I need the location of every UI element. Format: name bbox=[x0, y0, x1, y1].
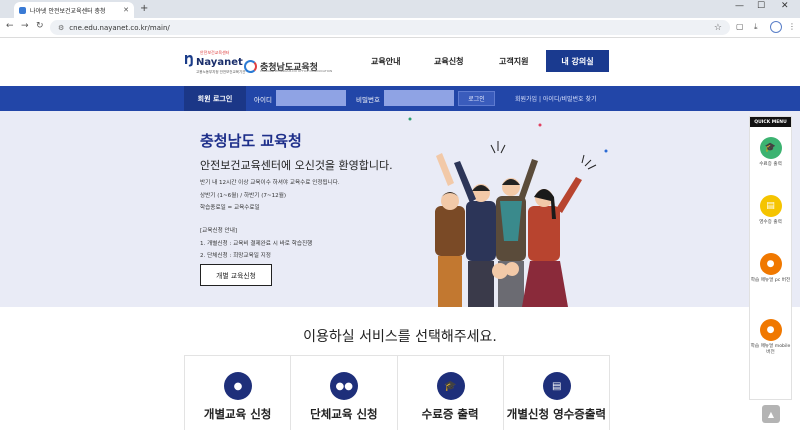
browser-menu-icon[interactable]: ⋮ bbox=[788, 22, 796, 31]
signup-find-links[interactable]: 회원가입 | 아이디/비밀번호 찾기 bbox=[515, 94, 597, 103]
service-card-group[interactable]: ●● 단체교육 신청 bbox=[291, 356, 398, 430]
hero-info-line: 반기 내 12시간 이상 교육이수 하셔야 교육수료 인정됩니다. bbox=[200, 180, 340, 186]
hero-info-line: 2. 단체신청 : 희망교육일 지정 bbox=[200, 253, 271, 259]
password-label: 비밀번호 bbox=[356, 96, 380, 104]
close-window-button[interactable]: ✕ bbox=[781, 1, 789, 11]
login-title: 회원 로그인 bbox=[184, 86, 246, 111]
quick-item-label: 학습 매뉴얼 pc 버전 bbox=[750, 278, 791, 283]
service-card-receipt[interactable]: ▤ 개별신청 영수증출력 bbox=[504, 356, 609, 430]
document-icon: ▤ bbox=[542, 372, 571, 400]
chat-icon: ● bbox=[759, 253, 782, 275]
logo-tagline: 안전보건교육센터 bbox=[200, 50, 230, 55]
extensions-icon[interactable]: ▢ bbox=[736, 22, 744, 31]
service-card-individual[interactable]: ● 개별교육 신청 bbox=[185, 356, 292, 430]
nav-education-apply[interactable]: 교육신청 bbox=[434, 56, 463, 67]
maximize-window-button[interactable]: ☐ bbox=[757, 1, 765, 11]
browser-tab-title: 나야넷 안전보건교육센터 충청 bbox=[30, 7, 106, 15]
reload-icon[interactable]: ↻ bbox=[36, 21, 44, 31]
logo-subtext: 고용노동부지정 안전보건교육기관 bbox=[196, 70, 246, 74]
service-card-label: 단체교육 신청 bbox=[310, 407, 378, 421]
scroll-to-top-button[interactable]: ▲ bbox=[762, 405, 780, 423]
quick-menu: QUICK MENU 🎓 수료증 출력 ▤ 영수증 출력 ● 학습 매뉴얼 pc… bbox=[749, 116, 792, 400]
logo-name: Nayanet bbox=[196, 57, 243, 68]
back-arrow-icon[interactable]: ← bbox=[6, 21, 14, 31]
hero-info-line: 상반기 (1~6월) / 하반기 (7~12월) bbox=[200, 193, 287, 199]
user-icon: ● bbox=[224, 372, 252, 400]
hero-title: 충청남도 교육청 bbox=[200, 132, 302, 150]
my-classroom-button[interactable]: 내 강의실 bbox=[546, 50, 609, 72]
students-illustration bbox=[408, 117, 608, 307]
download-icon[interactable]: ⤓ bbox=[754, 22, 758, 32]
browser-tab[interactable]: 나야넷 안전보건교육센터 충청 ✕ bbox=[14, 2, 134, 18]
education-office-emblem-icon bbox=[244, 59, 257, 73]
quick-manual-pc[interactable]: ● 학습 매뉴얼 pc 버전 bbox=[750, 253, 791, 284]
browser-tab-strip: 나야넷 안전보건교육센터 충청 ✕ + — ☐ ✕ bbox=[0, 0, 800, 18]
forward-arrow-icon[interactable]: → bbox=[21, 21, 29, 31]
hero-info-line: 1. 개별신청 : 교육비 결제완료 시 바로 학습진행 bbox=[200, 241, 313, 247]
nayanet-logo[interactable]: Ŋ 안전보건교육센터 Nayanet 고용노동부지정 안전보건교육기관 bbox=[184, 50, 245, 77]
individual-apply-button[interactable]: 개별 교육신청 bbox=[200, 264, 272, 286]
tab-close-icon[interactable]: ✕ bbox=[123, 6, 129, 14]
minimize-window-button[interactable]: — bbox=[735, 1, 744, 11]
nayanet-emblem-icon: Ŋ bbox=[184, 53, 195, 67]
id-label: 아이디 bbox=[254, 96, 272, 104]
hero-info-line: 학습종료일 = 교육수료일 bbox=[200, 205, 260, 211]
chevron-up-icon: ▲ bbox=[767, 409, 775, 419]
quick-item-label: 수료증 출력 bbox=[759, 162, 782, 167]
password-input[interactable] bbox=[384, 90, 454, 106]
service-card-label: 수료증 출력 bbox=[421, 407, 479, 421]
profile-avatar-icon[interactable] bbox=[770, 21, 782, 33]
office-of-education-logo[interactable]: 충청남도교육청 CHUNGCHEONGNAM-DO OFFICE OF EDUC… bbox=[244, 56, 344, 76]
new-tab-button[interactable]: + bbox=[140, 3, 148, 14]
graduation-cap-icon: 🎓 bbox=[436, 372, 465, 400]
bookmark-star-icon[interactable]: ☆ bbox=[714, 23, 722, 33]
login-bar: 회원 로그인 아이디 비밀번호 로그인 회원가입 | 아이디/비밀번호 찾기 bbox=[0, 86, 800, 111]
login-button[interactable]: 로그인 bbox=[458, 91, 495, 106]
address-bar[interactable]: ⚙ cne.edu.nayanet.co.kr/main/ ☆ bbox=[50, 20, 730, 35]
office-english-name: CHUNGCHEONGNAM-DO OFFICE OF EDUCATION bbox=[260, 69, 333, 73]
site-info-icon[interactable]: ⚙ bbox=[58, 24, 64, 32]
quick-receipt-print[interactable]: ▤ 영수증 출력 bbox=[750, 195, 791, 226]
site-favicon-icon bbox=[19, 6, 26, 14]
group-icon: ●● bbox=[330, 372, 359, 400]
browser-toolbar: ← → ↻ ⚙ cne.edu.nayanet.co.kr/main/ ☆ ▢ … bbox=[0, 18, 800, 38]
nav-education-info[interactable]: 교육안내 bbox=[371, 56, 400, 67]
quick-item-label: 영수증 출력 bbox=[759, 220, 782, 225]
service-cards: ● 개별교육 신청 ●● 단체교육 신청 🎓 수료증 출력 ▤ 개별신청 영수증… bbox=[184, 355, 610, 430]
service-card-label: 개별신청 영수증출력 bbox=[506, 407, 606, 421]
quick-certificate-print[interactable]: 🎓 수료증 출력 bbox=[750, 137, 791, 168]
service-section-title: 이용하실 서비스를 선택해주세요. bbox=[303, 329, 497, 345]
quick-menu-title: QUICK MENU bbox=[750, 117, 791, 127]
hero-subtitle: 안전보건교육센터에 오신것을 환영합니다. bbox=[200, 159, 393, 172]
hero-info-line: [교육신청 안내] bbox=[200, 228, 238, 234]
service-card-certificate[interactable]: 🎓 수료증 출력 bbox=[398, 356, 504, 430]
graduation-cap-icon: 🎓 bbox=[759, 137, 782, 159]
id-input[interactable] bbox=[276, 90, 346, 106]
nav-customer-support[interactable]: 고객지원 bbox=[499, 56, 528, 67]
url-text: cne.edu.nayanet.co.kr/main/ bbox=[69, 23, 170, 32]
receipt-icon: ▤ bbox=[759, 195, 782, 217]
service-card-label: 개별교육 신청 bbox=[203, 407, 272, 421]
